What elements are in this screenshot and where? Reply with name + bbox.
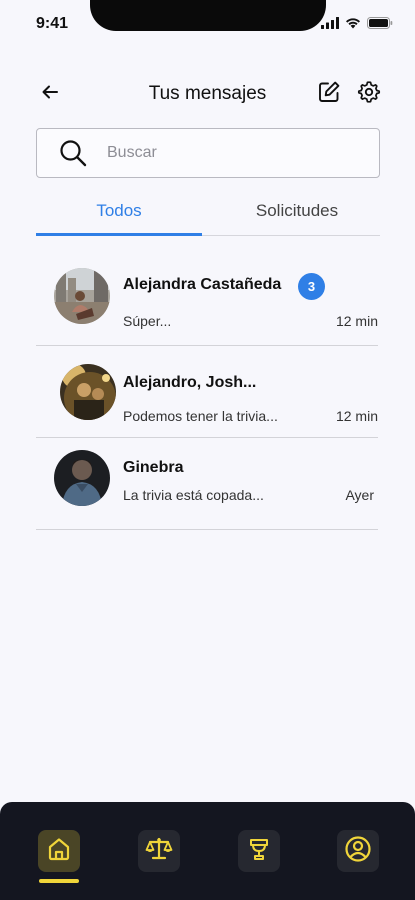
header: Tus mensajes	[0, 76, 415, 112]
message-tabs: Todos Solicitudes	[36, 196, 380, 236]
conversation-time: 12 min	[335, 313, 378, 329]
tab-solicitudes[interactable]: Solicitudes	[214, 196, 380, 236]
search-icon	[57, 137, 89, 169]
avatar	[54, 268, 110, 324]
search-input[interactable]	[107, 144, 347, 162]
conversation-item[interactable]: Ginebra La trivia está copada... Ayer	[36, 438, 378, 530]
conversation-item[interactable]: Alejandra Castañeda 3 Súper... 12 min	[36, 250, 378, 346]
conversation-preview: La trivia está copada...	[123, 487, 264, 503]
home-icon	[46, 836, 72, 867]
conversation-item[interactable]: Alejandro, Josh... Podemos tener la triv…	[36, 346, 378, 438]
nav-scales-button[interactable]	[138, 830, 180, 872]
gear-icon	[357, 80, 381, 109]
bottom-navigation	[0, 802, 415, 900]
device-notch	[90, 0, 326, 31]
scales-icon	[145, 836, 173, 867]
conversation-preview: Podemos tener la trivia...	[123, 408, 278, 424]
battery-icon	[367, 16, 393, 34]
conversation-time: Ayer	[345, 487, 374, 503]
trophy-icon	[246, 836, 272, 867]
conversation-time: 12 min	[335, 408, 378, 424]
arrow-left-icon	[41, 84, 59, 105]
edit-icon	[317, 80, 341, 109]
wifi-icon	[345, 16, 361, 34]
user-circle-icon	[344, 835, 372, 868]
signal-icon	[321, 16, 339, 34]
messages-screen: 9:41 Tus mensajes Buscar Todos Solicitud…	[0, 0, 415, 900]
conversation-list: Alejandra Castañeda 3 Súper... 12 min Al…	[36, 250, 378, 530]
settings-button[interactable]	[355, 80, 383, 108]
compose-button[interactable]	[315, 80, 343, 108]
active-tab-indicator	[39, 879, 79, 883]
conversation-name: Ginebra	[123, 459, 184, 476]
nav-profile-button[interactable]	[337, 830, 379, 872]
nav-trophy-button[interactable]	[238, 830, 280, 872]
status-time: 9:41	[36, 15, 69, 32]
conversation-name: Alejandro, Josh...	[123, 374, 257, 391]
avatar	[54, 450, 110, 506]
group-avatar	[60, 364, 116, 420]
unread-badge: 3	[298, 273, 325, 300]
nav-home-button[interactable]	[38, 830, 80, 872]
conversation-name: Alejandra Castañeda	[123, 276, 282, 293]
status-bar: 9:41	[0, 0, 415, 46]
search-bar[interactable]	[36, 128, 380, 178]
status-icons	[321, 16, 393, 34]
tab-todos[interactable]: Todos	[36, 196, 202, 236]
conversation-preview: Súper...	[123, 313, 172, 329]
back-button[interactable]	[36, 80, 64, 108]
